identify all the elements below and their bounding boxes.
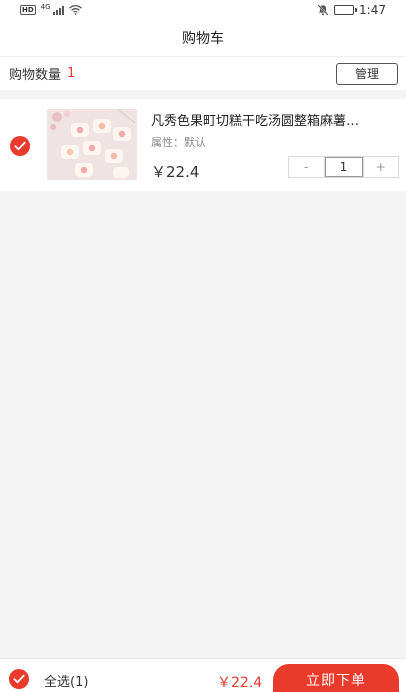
page-header: 购物车: [0, 20, 406, 56]
check-icon: [13, 674, 25, 684]
product-price: ￥22.4: [151, 163, 200, 181]
battery-icon: [334, 5, 357, 15]
select-all-checkbox[interactable]: [9, 669, 29, 689]
page-title: 购物车: [182, 31, 224, 47]
network-label: 4G: [40, 3, 51, 11]
quantity-input[interactable]: 1: [324, 157, 363, 177]
place-order-button[interactable]: 立即下单: [273, 664, 399, 692]
status-left: HD 4G: [20, 3, 82, 15]
cart-count-summary: 购物数量 1: [9, 64, 75, 83]
product-thumbnail[interactable]: [47, 109, 137, 180]
product-attribute: 属性：默认: [151, 136, 206, 149]
item-checkbox[interactable]: [10, 136, 30, 156]
checkout-bar: 全选(1) ￥22.4 立即下单: [0, 658, 406, 692]
check-icon: [14, 141, 26, 151]
quantity-stepper: - 1 +: [288, 156, 399, 178]
product-image: [47, 109, 137, 180]
status-right: 1:47: [317, 3, 386, 17]
cart-summary-bar: 购物数量 1 管理: [0, 56, 406, 90]
decrease-quantity-button[interactable]: -: [289, 157, 324, 177]
quantity-display: 1: [323, 157, 364, 177]
total-price: ￥22.4: [217, 675, 263, 691]
signal-icon: [52, 5, 64, 15]
cart-count-label: 购物数量: [9, 68, 62, 83]
cart-item: 凡秀色果町切糕干吃汤圆整箱麻薯… 属性：默认 ￥22.4 - 1 +: [0, 99, 406, 191]
status-time: 1:47: [359, 3, 386, 17]
product-name[interactable]: 凡秀色果町切糕干吃汤圆整箱麻薯…: [151, 110, 391, 129]
cart-count-value: 1: [67, 66, 76, 81]
select-all-label[interactable]: 全选(1): [44, 671, 88, 690]
manage-button[interactable]: 管理: [336, 62, 398, 85]
status-bar: HD 4G 1:47: [0, 0, 406, 20]
wifi-icon: [68, 5, 82, 15]
mute-icon: [317, 4, 329, 16]
increase-quantity-button[interactable]: +: [364, 157, 399, 177]
hd-badge: HD: [20, 5, 36, 15]
